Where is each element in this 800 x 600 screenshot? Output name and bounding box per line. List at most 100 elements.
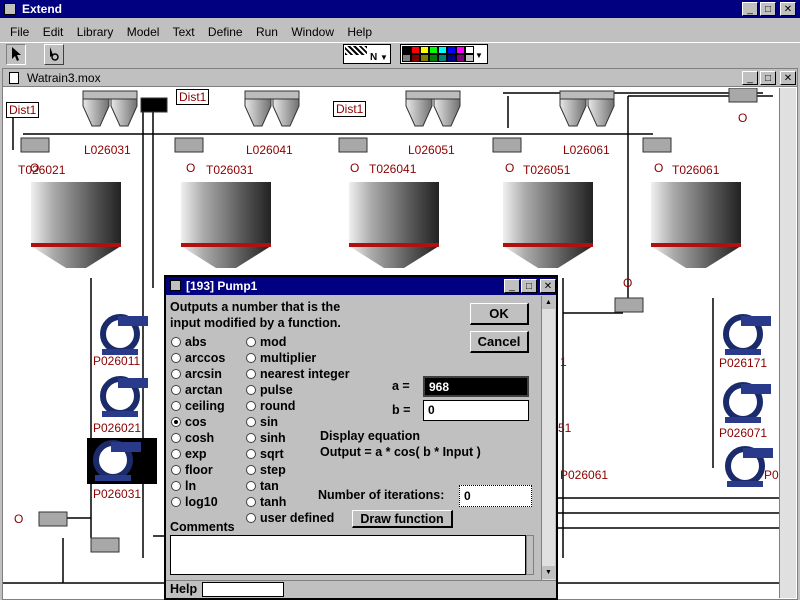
color-swatch[interactable] <box>465 46 474 54</box>
radio-button[interactable] <box>171 497 181 507</box>
radio-button[interactable] <box>246 385 256 395</box>
color-swatch[interactable] <box>420 54 429 62</box>
option-multiplier[interactable]: multiplier <box>246 351 316 365</box>
dialog-minimize-button[interactable]: _ <box>504 279 520 293</box>
color-swatch[interactable] <box>411 46 420 54</box>
draw-function-button[interactable]: Draw function <box>352 510 453 528</box>
radio-button[interactable] <box>171 481 181 491</box>
option-mod[interactable]: mod <box>246 335 286 349</box>
option-user-defined[interactable]: user defined <box>246 511 334 525</box>
color-swatch[interactable] <box>420 46 429 54</box>
app-minimize-button[interactable]: _ <box>742 2 758 16</box>
comments-textarea[interactable] <box>170 535 526 575</box>
option-sinh[interactable]: sinh <box>246 431 286 445</box>
radio-button[interactable] <box>171 433 181 443</box>
option-step[interactable]: step <box>246 463 286 477</box>
option-arctan[interactable]: arctan <box>171 383 223 397</box>
radio-button[interactable] <box>246 497 256 507</box>
color-swatch[interactable] <box>447 54 456 62</box>
pointer-tool-button[interactable] <box>6 44 26 65</box>
dialog-maximize-button[interactable]: □ <box>521 279 537 293</box>
option-floor[interactable]: floor <box>171 463 213 477</box>
option-arcsin[interactable]: arcsin <box>171 367 222 381</box>
model-vertical-scrollbar[interactable] <box>779 88 796 598</box>
menu-edit[interactable]: Edit <box>43 25 64 39</box>
radio-button[interactable] <box>171 353 181 363</box>
dialog-close-button[interactable]: ✕ <box>540 279 556 293</box>
radio-button[interactable] <box>246 353 256 363</box>
option-tanh[interactable]: tanh <box>246 495 286 509</box>
menu-help[interactable]: Help <box>347 25 372 39</box>
scroll-up-icon[interactable]: ▲ <box>542 296 555 309</box>
option-cosh[interactable]: cosh <box>171 431 214 445</box>
option-tan[interactable]: tan <box>246 479 279 493</box>
radio-button[interactable] <box>246 433 256 443</box>
comments-scrollbar[interactable] <box>526 535 534 575</box>
menu-model[interactable]: Model <box>127 25 160 39</box>
menu-run[interactable]: Run <box>256 25 278 39</box>
menu-library[interactable]: Library <box>77 25 114 39</box>
option-abs[interactable]: abs <box>171 335 207 349</box>
option-sqrt[interactable]: sqrt <box>246 447 284 461</box>
radio-button[interactable] <box>246 401 256 411</box>
radio-button[interactable] <box>246 337 256 347</box>
a-input[interactable]: 968 <box>423 376 529 397</box>
pattern-selector[interactable]: N ▼ <box>343 44 391 64</box>
color-swatch[interactable] <box>429 54 438 62</box>
scroll-down-icon[interactable]: ▼ <box>542 566 555 579</box>
option-arccos[interactable]: arccos <box>171 351 225 365</box>
option-round[interactable]: round <box>246 399 295 413</box>
color-swatch[interactable] <box>456 54 465 62</box>
option-pulse[interactable]: pulse <box>246 383 293 397</box>
radio-button[interactable] <box>246 465 256 475</box>
model-minimize-button[interactable]: _ <box>742 71 758 85</box>
option-ln[interactable]: ln <box>171 479 196 493</box>
iterations-input[interactable]: 0 <box>459 485 532 507</box>
dialog-scrollbar[interactable]: ▲ ▼ <box>541 296 555 580</box>
app-close-button[interactable]: ✕ <box>780 2 796 16</box>
model-close-button[interactable]: ✕ <box>780 71 796 85</box>
connection-tool-button[interactable] <box>44 44 64 65</box>
option-cos[interactable]: cos <box>171 415 207 429</box>
ok-button[interactable]: OK <box>470 303 529 325</box>
radio-button[interactable] <box>171 369 181 379</box>
radio-button[interactable] <box>171 449 181 459</box>
pattern-label: N <box>370 52 378 63</box>
color-swatch[interactable] <box>456 46 465 54</box>
color-swatch[interactable] <box>402 46 411 54</box>
radio-button[interactable] <box>246 481 256 491</box>
help-button[interactable]: Help <box>170 582 197 596</box>
menu-define[interactable]: Define <box>208 25 243 39</box>
color-palette[interactable]: ▼ <box>400 44 488 64</box>
menu-text[interactable]: Text <box>173 25 195 39</box>
radio-button[interactable] <box>171 401 181 411</box>
radio-button[interactable] <box>171 465 181 475</box>
option-sin[interactable]: sin <box>246 415 278 429</box>
model-maximize-button[interactable]: □ <box>760 71 776 85</box>
option-log10[interactable]: log10 <box>171 495 218 509</box>
radio-button[interactable] <box>171 337 181 347</box>
color-swatch[interactable] <box>411 54 420 62</box>
radio-button-selected[interactable] <box>171 417 181 427</box>
b-input[interactable]: 0 <box>423 400 529 421</box>
o-mark: O <box>30 161 40 175</box>
option-exp[interactable]: exp <box>171 447 207 461</box>
pump-label: P026171 <box>719 356 768 370</box>
color-swatch[interactable] <box>438 54 447 62</box>
radio-button[interactable] <box>246 513 256 523</box>
radio-button[interactable] <box>246 369 256 379</box>
radio-button[interactable] <box>171 385 181 395</box>
radio-button[interactable] <box>246 449 256 459</box>
color-swatch[interactable] <box>438 46 447 54</box>
cancel-button[interactable]: Cancel <box>470 331 529 353</box>
app-maximize-button[interactable]: □ <box>760 2 776 16</box>
menu-file[interactable]: File <box>10 25 29 39</box>
color-swatch[interactable] <box>402 54 411 62</box>
color-swatch[interactable] <box>465 54 474 62</box>
color-swatch[interactable] <box>429 46 438 54</box>
option-nearest-integer[interactable]: nearest integer <box>246 367 350 381</box>
radio-button[interactable] <box>246 417 256 427</box>
color-swatch[interactable] <box>447 46 456 54</box>
menu-window[interactable]: Window <box>291 25 334 39</box>
option-ceiling[interactable]: ceiling <box>171 399 225 413</box>
